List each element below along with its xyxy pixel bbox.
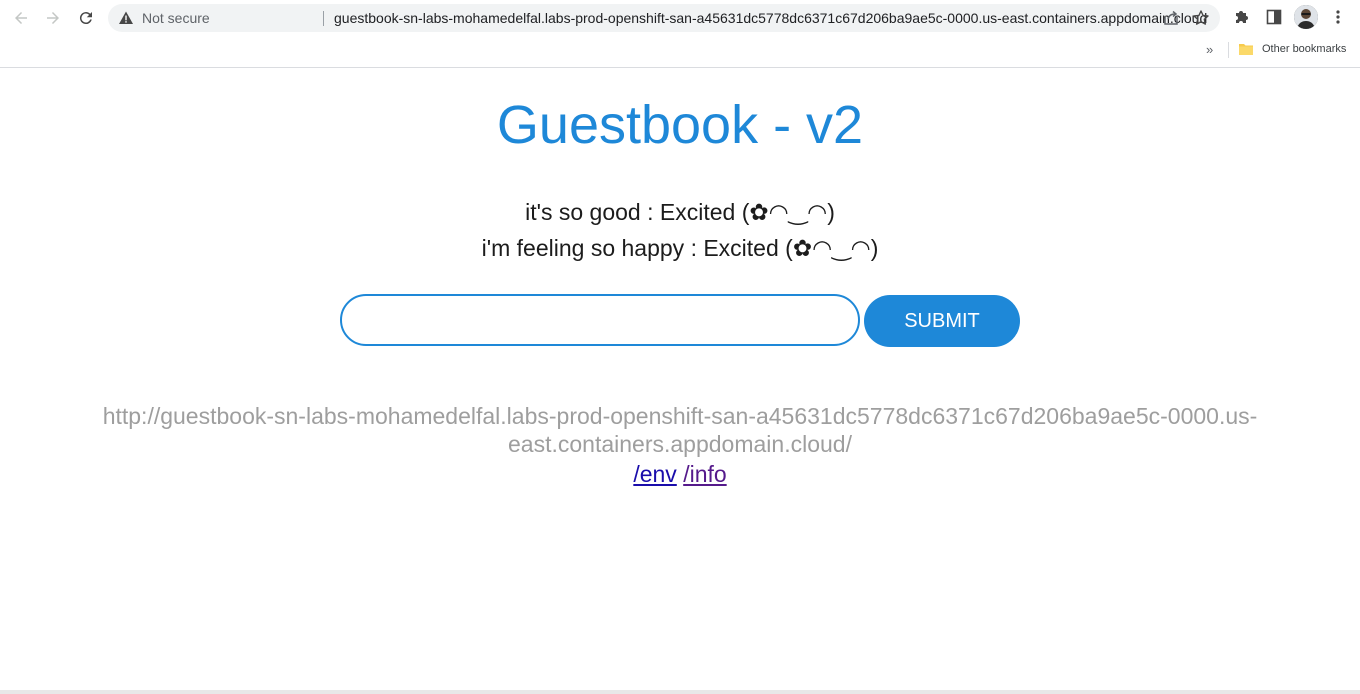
- bookmarks-divider: [1228, 42, 1229, 58]
- host-address: http://guestbook-sn-labs-mohamedelfal.la…: [102, 403, 1258, 457]
- user-icon: [1294, 5, 1318, 29]
- guestbook-entry: it's so good : Excited (✿◠‿◠): [525, 199, 835, 225]
- browser-toolbar: Not secure guestbook-sn-labs-mohamedelfa…: [0, 0, 1360, 68]
- address-divider: [323, 11, 324, 26]
- back-button[interactable]: [9, 6, 33, 30]
- warning-icon: [119, 11, 133, 24]
- star-icon[interactable]: [1192, 9, 1210, 27]
- info-link[interactable]: /info: [683, 461, 726, 487]
- bookmarks-overflow-button[interactable]: »: [1206, 42, 1213, 57]
- env-link[interactable]: /env: [633, 461, 676, 487]
- submit-button[interactable]: SUBMIT: [864, 295, 1020, 347]
- profile-avatar[interactable]: [1294, 5, 1318, 29]
- back-arrow-icon: [15, 12, 27, 24]
- extensions-button[interactable]: [1231, 6, 1253, 28]
- forward-arrow-icon: [47, 12, 59, 24]
- browser-menu-button[interactable]: [1327, 6, 1349, 28]
- side-panel-icon: [1266, 9, 1282, 25]
- guestbook-message-input[interactable]: [340, 294, 860, 346]
- page-title: Guestbook - v2: [496, 95, 864, 155]
- extensions-icon: [1236, 11, 1248, 23]
- guestbook-entries: it's so good : Excited (✿◠‿◠) i'm feelin…: [0, 194, 1360, 266]
- reload-button[interactable]: [74, 6, 98, 30]
- reload-icon: [79, 12, 92, 25]
- guestbook-entry: i'm feeling so happy : Excited (✿◠‿◠): [481, 235, 879, 261]
- address-bar[interactable]: Not secure guestbook-sn-labs-mohamedelfa…: [108, 4, 1220, 32]
- share-icon[interactable]: [1162, 9, 1180, 27]
- other-bookmarks-link[interactable]: Other bookmarks: [1262, 43, 1346, 55]
- side-panel-button[interactable]: [1263, 6, 1285, 28]
- page-links: /env /info: [0, 461, 1360, 488]
- folder-icon: [1239, 44, 1253, 55]
- url-text[interactable]: guestbook-sn-labs-mohamedelfal.labs-prod…: [334, 10, 1207, 26]
- kebab-menu-icon: [1336, 10, 1340, 24]
- window-bottom-border: [0, 690, 1360, 694]
- security-label[interactable]: Not secure: [142, 10, 210, 26]
- forward-button[interactable]: [41, 6, 65, 30]
